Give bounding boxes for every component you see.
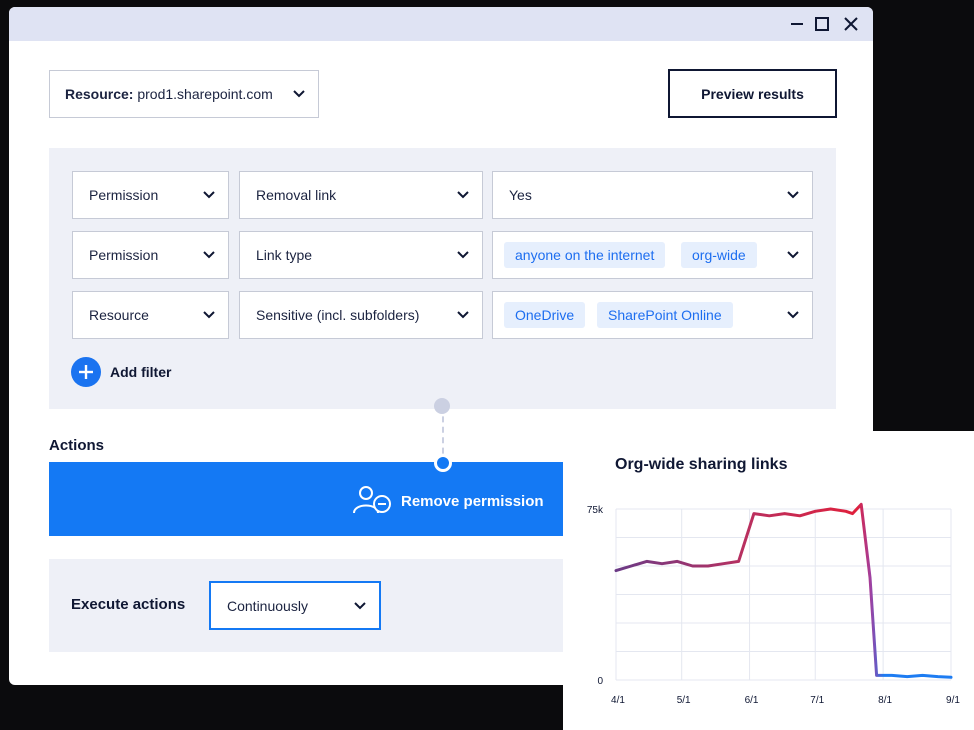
y-tick-label: 0 bbox=[597, 676, 603, 687]
preview-results-button[interactable]: Preview results bbox=[668, 69, 837, 118]
filter-2-attribute: Link type bbox=[256, 247, 313, 263]
value-chip[interactable]: SharePoint Online bbox=[597, 302, 733, 328]
x-tick-label: 4/1 bbox=[611, 695, 625, 706]
value-chip[interactable]: org-wide bbox=[681, 242, 757, 268]
chevron-down-icon bbox=[786, 250, 800, 260]
filter-2-field-select[interactable]: Permission bbox=[72, 231, 229, 279]
close-icon[interactable] bbox=[840, 13, 862, 35]
execute-frequency-select[interactable]: Continuously bbox=[209, 581, 381, 630]
remove-user-icon bbox=[353, 486, 391, 514]
chevron-down-icon bbox=[292, 89, 306, 99]
y-tick-label: 75k bbox=[587, 505, 604, 516]
x-tick-label: 6/1 bbox=[745, 695, 759, 706]
connector-node-icon bbox=[434, 454, 452, 472]
chevron-down-icon bbox=[786, 310, 800, 320]
chevron-down-icon bbox=[456, 190, 470, 200]
value-chip[interactable]: OneDrive bbox=[504, 302, 586, 328]
filter-2-attribute-select[interactable]: Link type bbox=[239, 231, 483, 279]
actions-heading: Actions bbox=[49, 437, 105, 454]
x-tick-label: 8/1 bbox=[878, 695, 892, 706]
remove-permission-label: Remove permission bbox=[401, 493, 544, 510]
filter-3-value-select[interactable]: OneDrive SharePoint Online bbox=[492, 291, 813, 339]
filter-3-field-select[interactable]: Resource bbox=[72, 291, 229, 339]
chevron-down-icon bbox=[786, 190, 800, 200]
plus-icon bbox=[71, 357, 101, 387]
maximize-icon[interactable] bbox=[811, 13, 833, 35]
resource-select-prefix: Resource: bbox=[65, 86, 134, 102]
resource-select-value: prod1.sharepoint.com bbox=[137, 86, 273, 102]
chevron-down-icon bbox=[202, 250, 216, 260]
chevron-down-icon bbox=[456, 250, 470, 260]
filter-2-value-select[interactable]: anyone on the internet org-wide bbox=[492, 231, 813, 279]
minimize-icon[interactable] bbox=[786, 13, 808, 35]
chevron-down-icon bbox=[456, 310, 470, 320]
x-tick-label: 7/1 bbox=[810, 695, 824, 706]
execute-frequency-value: Continuously bbox=[227, 597, 308, 614]
chevron-down-icon bbox=[353, 601, 367, 611]
x-tick-label: 5/1 bbox=[677, 695, 691, 706]
value-chip[interactable]: anyone on the internet bbox=[504, 242, 666, 268]
filter-1-field-select[interactable]: Permission bbox=[72, 171, 229, 219]
filter-1-attribute-select[interactable]: Removal link bbox=[239, 171, 483, 219]
x-tick-label: 9/1 bbox=[946, 695, 960, 706]
filter-2-field: Permission bbox=[89, 247, 159, 263]
chart-card: Org-wide sharing links 75k 0 4/1 5/1 6/1 7/1 8… bbox=[563, 431, 974, 730]
chevron-down-icon bbox=[202, 310, 216, 320]
chevron-down-icon bbox=[202, 190, 216, 200]
line-chart: 75k 0 4/1 5/1 6/1 7/1 8/1 9/1 bbox=[587, 502, 960, 706]
filter-1-attribute: Removal link bbox=[256, 187, 337, 203]
add-filter-label: Add filter bbox=[110, 364, 172, 380]
filter-3-attribute: Sensitive (incl. subfolders) bbox=[256, 307, 420, 323]
filter-1-field: Permission bbox=[89, 187, 159, 203]
execute-actions-label: Execute actions bbox=[71, 596, 186, 613]
title-bar bbox=[9, 7, 873, 41]
filter-1-value-select[interactable]: Yes bbox=[492, 171, 813, 219]
resource-select[interactable]: Resource: prod1.sharepoint.com bbox=[49, 70, 319, 118]
filter-3-field: Resource bbox=[89, 307, 149, 323]
filter-1-value: Yes bbox=[509, 187, 532, 203]
filter-3-attribute-select[interactable]: Sensitive (incl. subfolders) bbox=[239, 291, 483, 339]
